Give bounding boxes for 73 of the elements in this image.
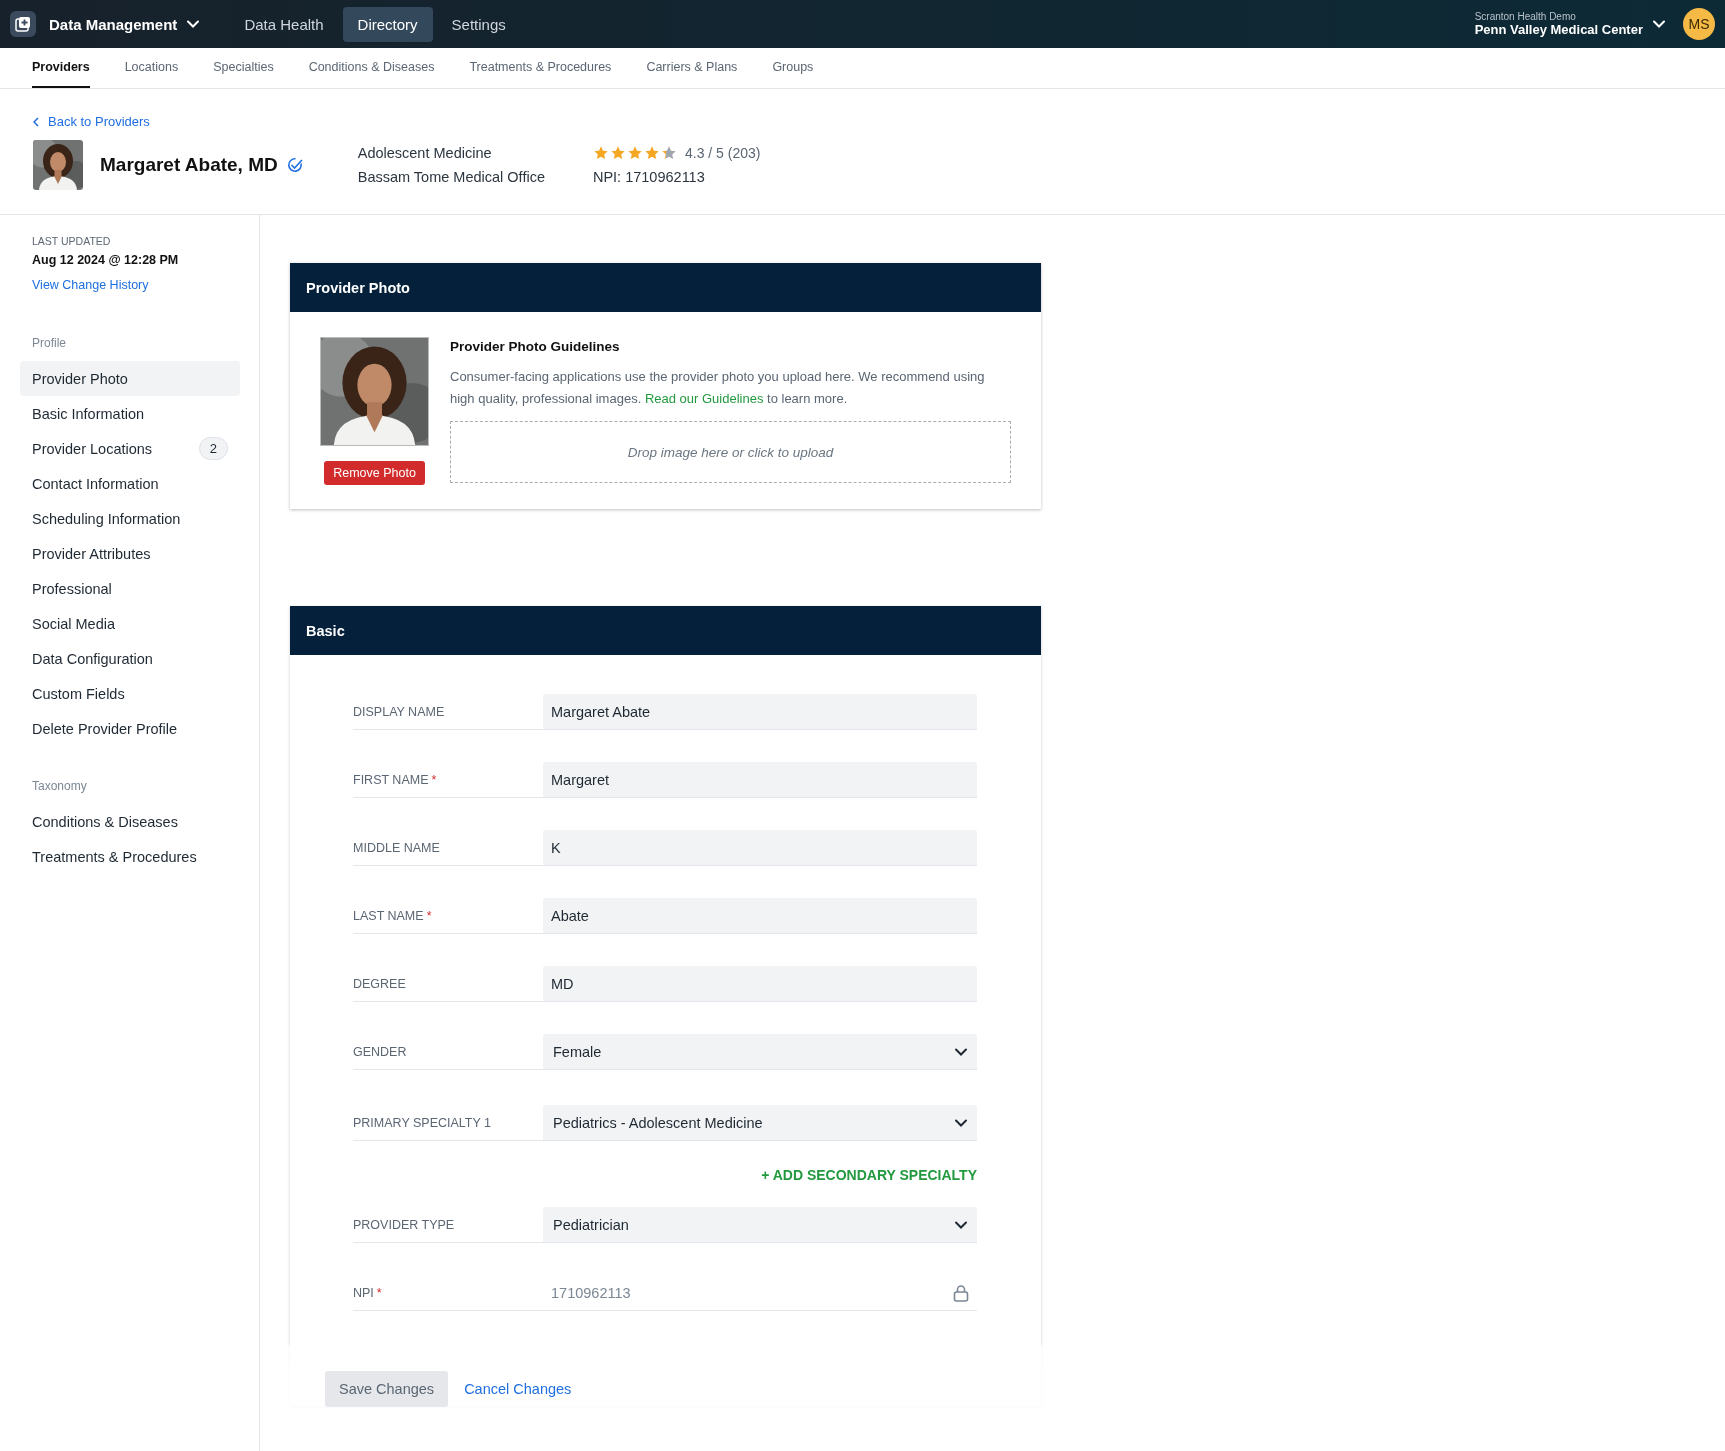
text-field[interactable]: Margaret [543,762,977,797]
history-link[interactable]: View Change History [32,278,239,292]
updated-date: Aug 12 2024 @ 12:28 PM [32,253,180,267]
text-field[interactable]: MD [543,966,977,1001]
sidebar-item[interactable]: Provider Locations 2 [20,431,240,466]
sidebar-item[interactable]: Basic Information [20,396,240,431]
remove-photo-button[interactable]: Remove Photo [324,461,425,485]
field-label: GENDER [353,1043,408,1061]
chev-icon [955,1220,967,1229]
section-heading: Taxonomy [32,779,88,793]
sidebar-item[interactable]: Provider Photo [20,361,240,396]
select-field[interactable]: Female [543,1034,977,1069]
sub-tab[interactable]: Conditions & Diseases [308,48,435,88]
select-field[interactable]: Pediatrician [543,1207,977,1242]
select-field[interactable]: Pediatrics - Adolescent Medicine [543,1105,977,1140]
field-label: FIRST NAME * [353,771,438,789]
section-heading: Profile [32,336,67,350]
count-badge: 2 [198,437,228,460]
sidebar-item[interactable]: Professional [20,571,240,606]
sub-tab[interactable]: Groups [772,48,814,88]
sidebar-item[interactable]: Delete Provider Profile [20,711,240,746]
field-label: MIDDLE NAME [353,839,441,857]
text-field[interactable]: K [543,830,977,865]
chev-icon [955,1118,967,1127]
text-field[interactable]: Abate [543,898,977,933]
sidebar-item[interactable]: Conditions & Diseases [20,804,240,839]
sidebar-item[interactable]: Data Configuration [20,641,240,676]
sidebar-item[interactable]: Treatments & Procedures [20,839,240,874]
locked-field: 1710962113 [543,1275,977,1310]
chev-icon [187,20,200,28]
provider-name: Margaret Abate, MD [100,153,278,176]
nav-tab[interactable]: Directory [342,6,433,42]
lock-icon [953,1283,969,1302]
npi-text: NPI: 1710962113 [592,168,706,185]
updated-label: LAST UPDATED [32,235,112,247]
card-header: Basic [290,606,1041,655]
sidebar-item[interactable]: Social Media [20,606,240,641]
back-link[interactable]: Back to Providers [33,114,150,129]
sub-tab[interactable]: Specialties [213,48,274,88]
guidelines-link[interactable]: Read our Guidelines [644,391,764,406]
user-avatar[interactable]: MS [1683,8,1715,40]
org-switcher[interactable]: Scranton Health Demo Penn Valley Medical Center [1468,10,1671,38]
add-link[interactable]: + ADD SECONDARY SPECIALTY [761,1167,977,1183]
text-field[interactable]: Margaret Abate [543,694,977,729]
provider-specialty: Adolescent Medicine [357,144,493,161]
cancel-link[interactable]: Cancel Changes [464,1371,572,1407]
field-label: LAST NAME * [353,907,433,925]
chev-icon [1653,20,1665,28]
field-label: NPI * [353,1284,383,1302]
logo-icon[interactable] [10,11,36,37]
provider-office: Bassam Tome Medical Office [357,168,545,185]
sidebar-item[interactable]: Provider Attributes [20,536,240,571]
field-label: PROVIDER TYPE [353,1216,456,1234]
guidelines-text: Consumer-facing applications use the provider photo you upload here. We recommend using high quality, professional images. Read our Guidelines to learn more. [450,368,986,408]
sidebar-item[interactable]: Contact Information [20,466,240,501]
sub-tab[interactable]: Carriers & Plans [646,48,738,88]
nav-tab[interactable]: Settings [436,6,521,42]
chevron-left-icon [33,116,39,127]
sub-tab[interactable]: Providers [32,48,90,88]
upload-dropzone[interactable]: Drop image here or click to upload [450,421,1011,483]
app-menu[interactable]: Data Management [49,15,200,33]
sidebar-item[interactable]: Custom Fields [20,676,240,711]
chev-icon [955,1047,967,1056]
sub-tab[interactable]: Locations [124,48,179,88]
card-header: Provider Photo [290,263,1041,312]
rating-text: 4.3 / 5 (203) [684,144,761,161]
field-label: DEGREE [353,975,407,993]
nav-tab[interactable]: Data Health [229,6,339,42]
field-label: DISPLAY NAME [353,703,446,721]
sub-tab[interactable]: Treatments & Procedures [469,48,612,88]
sidebar-item[interactable]: Scheduling Information [20,501,240,536]
guidelines-title: Provider Photo Guidelines [450,339,621,354]
field-label: PRIMARY SPECIALTY 1 [353,1114,493,1132]
